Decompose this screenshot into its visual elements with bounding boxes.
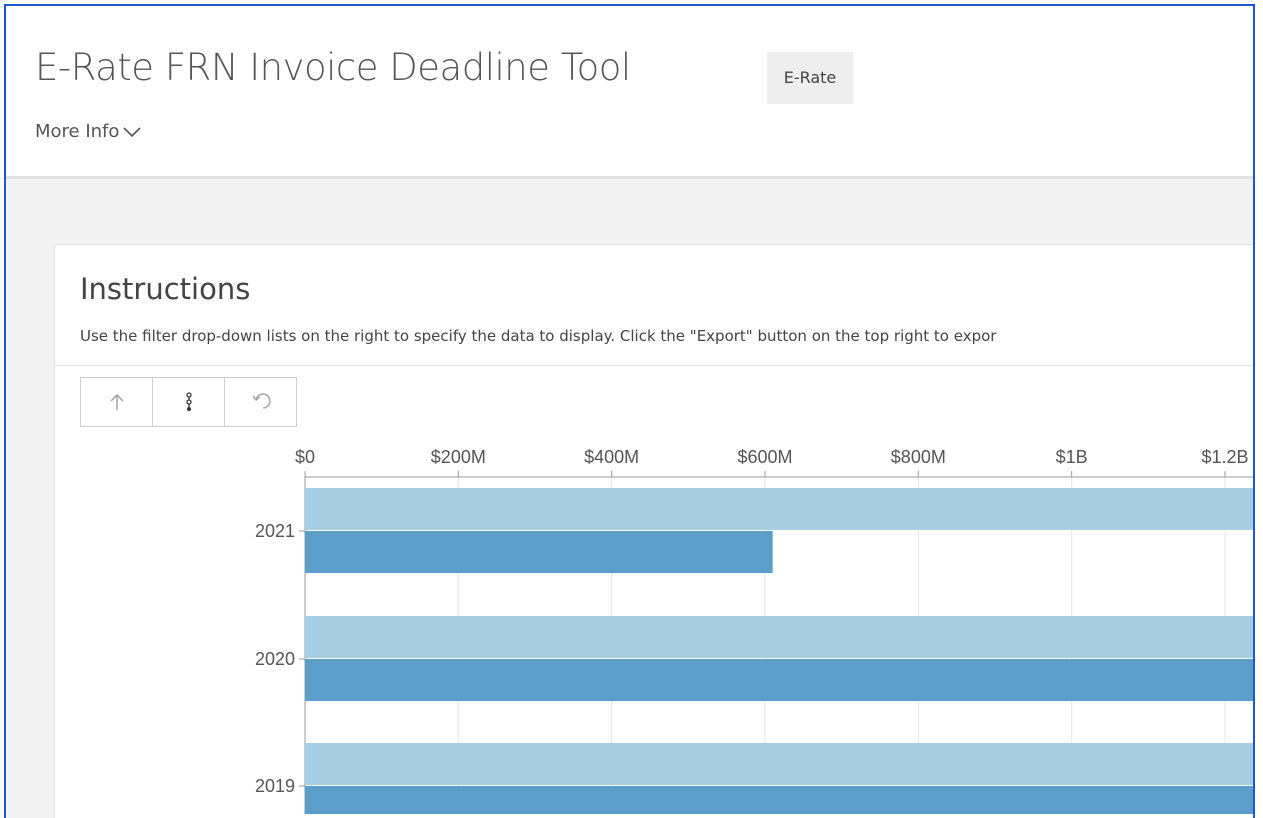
undo-button[interactable] <box>225 378 296 426</box>
arrow-up-icon <box>109 393 124 410</box>
category-tag[interactable]: E-Rate <box>767 52 853 104</box>
more-info-toggle[interactable]: More Info <box>35 121 141 142</box>
page-header: E-Rate FRN Invoice Deadline Tool E-Rate … <box>6 6 1253 179</box>
drill-icon <box>185 392 192 411</box>
undo-icon <box>251 393 271 409</box>
chart-toolbar <box>80 377 297 427</box>
divider <box>55 365 1253 366</box>
instructions-card: Instructions Use the filter drop-down li… <box>54 244 1253 818</box>
card-description: Use the filter drop-down lists on the ri… <box>80 327 997 345</box>
page-title: E-Rate FRN Invoice Deadline Tool <box>35 46 631 89</box>
drill-mode-button[interactable] <box>153 378 225 426</box>
app-frame: E-Rate FRN Invoice Deadline Tool E-Rate … <box>4 4 1255 818</box>
more-info-label: More Info <box>35 121 120 142</box>
chevron-down-icon <box>123 126 141 137</box>
card-title: Instructions <box>80 272 251 306</box>
drill-up-button[interactable] <box>81 378 153 426</box>
